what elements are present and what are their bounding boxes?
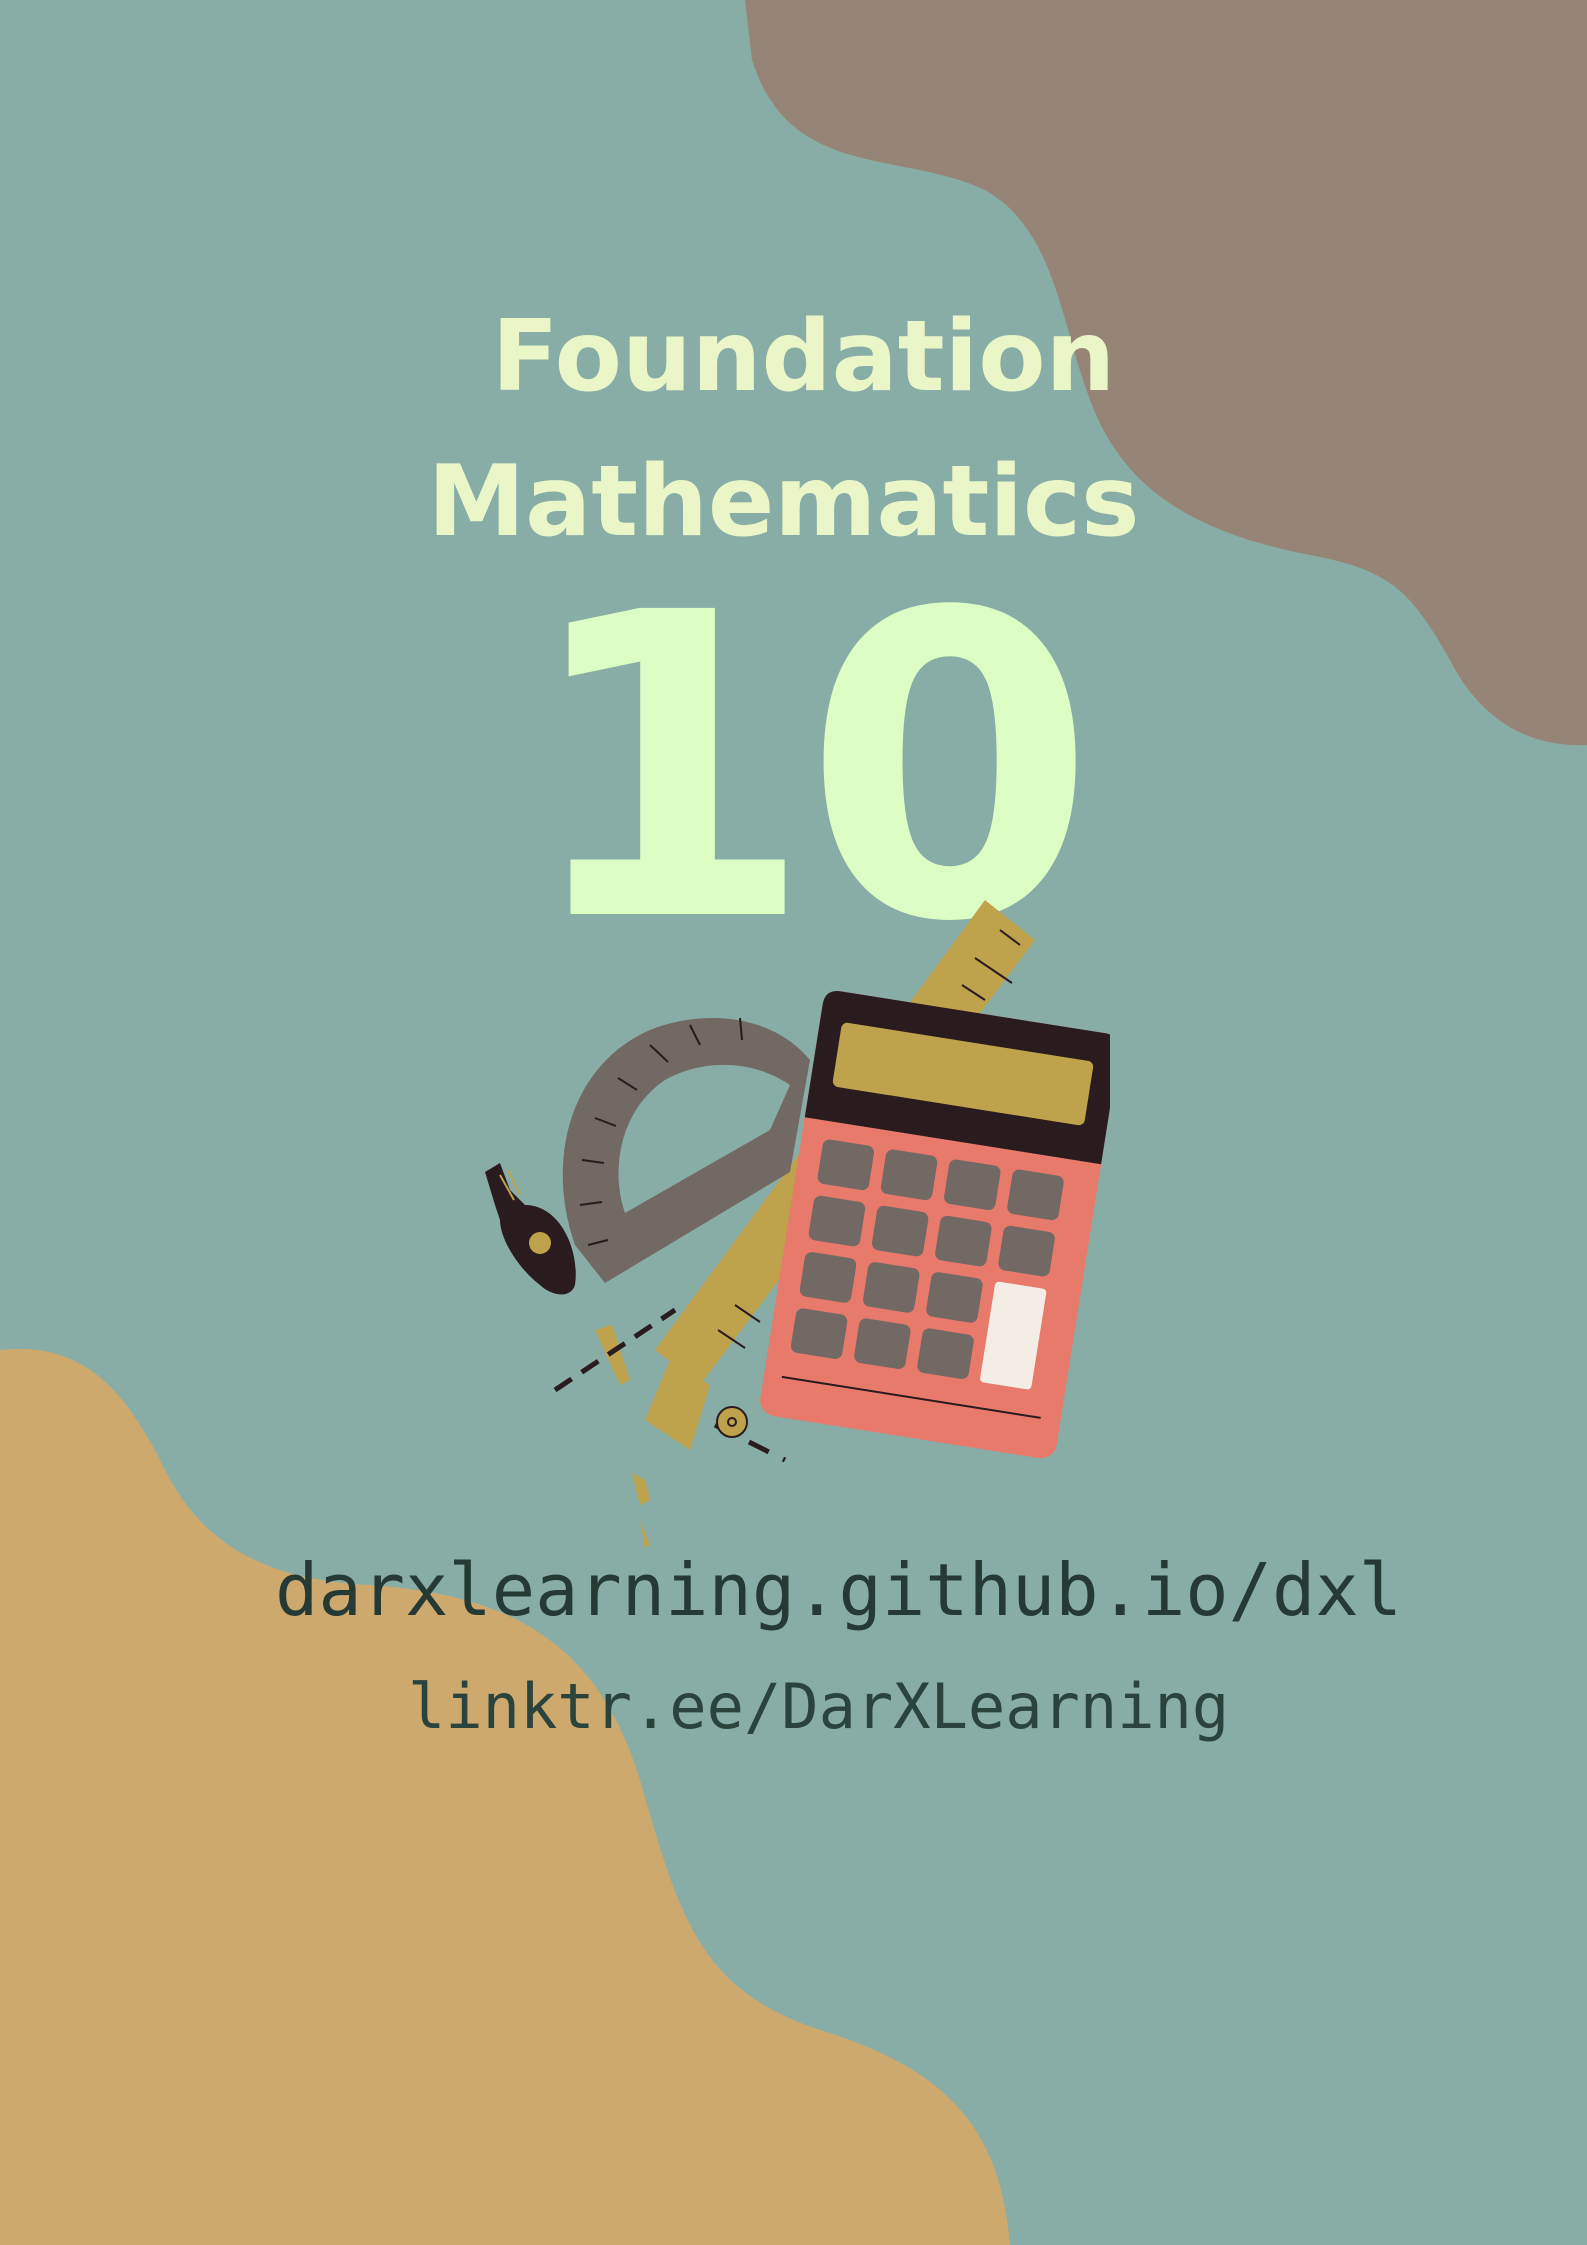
website-link[interactable]: darxlearning.github.io/dxl [80, 1548, 1587, 1632]
calculator-icon [760, 991, 1110, 1459]
title-line-1: Foundation [491, 300, 1116, 414]
linktree-link[interactable]: linktr.ee/DarXLearning [0, 1670, 1587, 1743]
book-cover: Foundation Mathematics 10 darxlearning.g… [0, 0, 1587, 2245]
math-tools-illustration [485, 900, 1110, 1548]
